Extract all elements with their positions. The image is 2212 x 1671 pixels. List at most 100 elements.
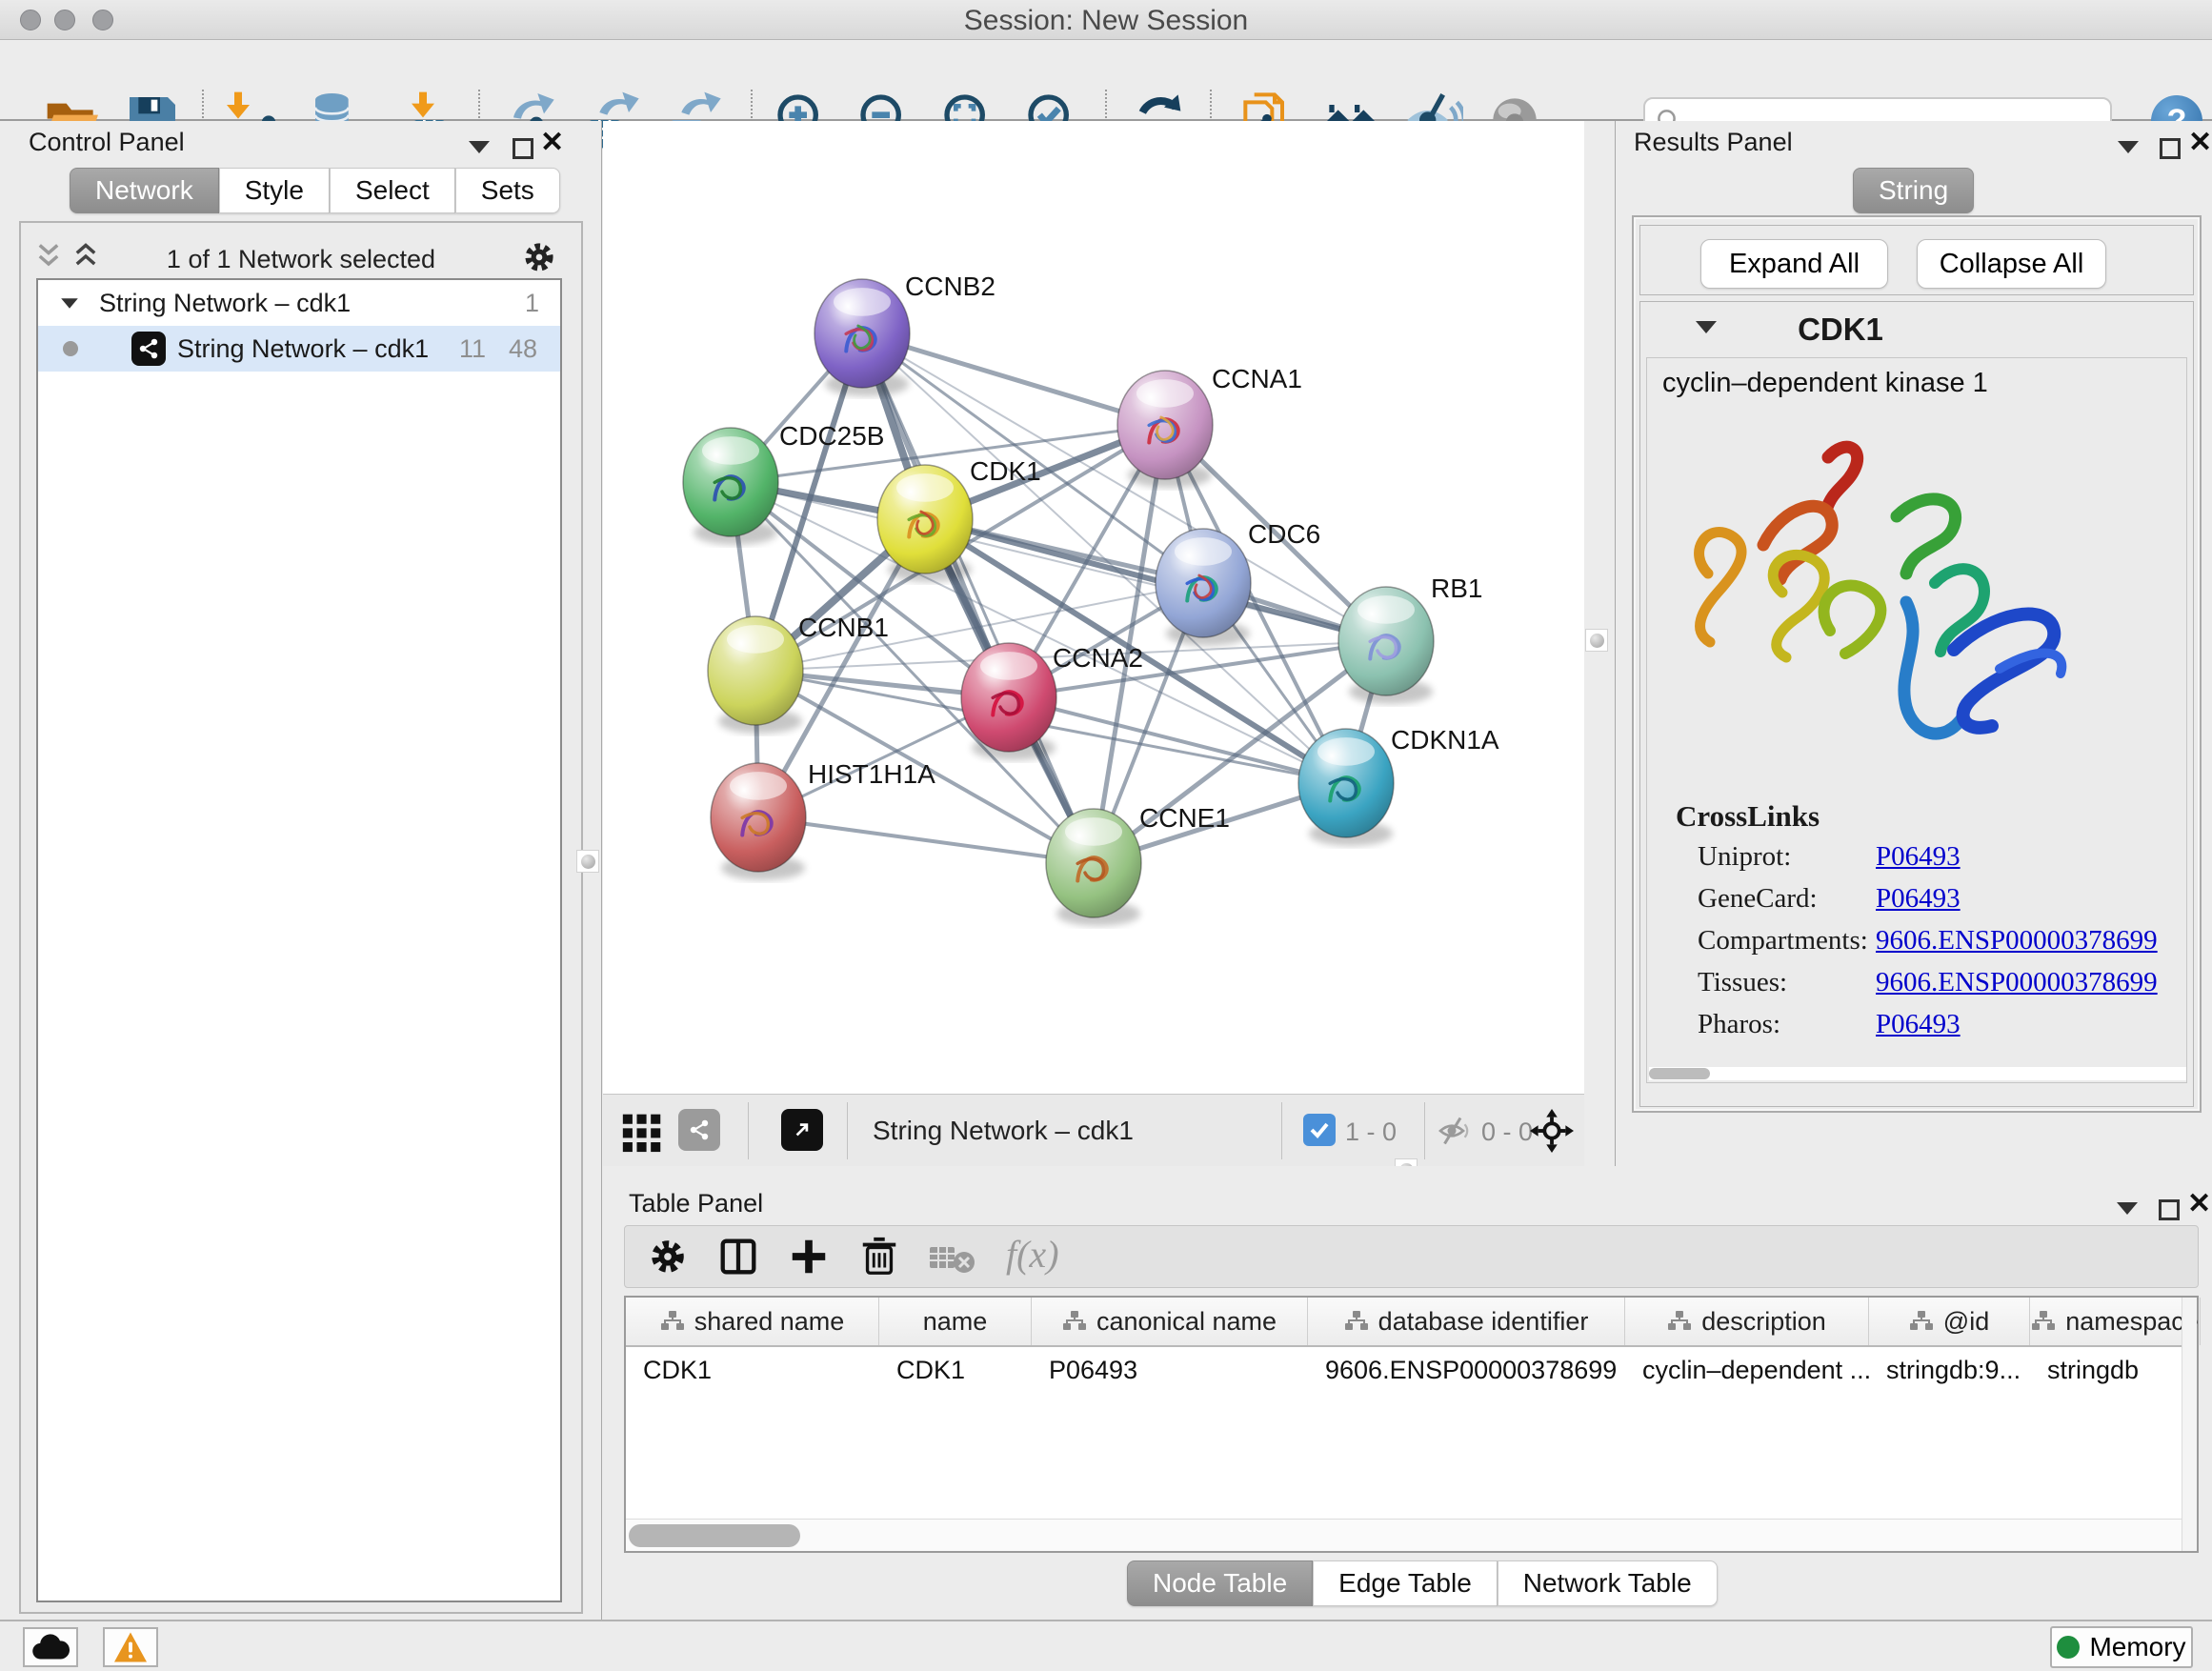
network-current-bullet-icon	[63, 341, 78, 356]
column-header-database-identifier[interactable]: database identifier	[1308, 1298, 1625, 1345]
cloud-icon	[31, 1633, 70, 1661]
protein-structure-image	[1668, 431, 2087, 793]
table-cell[interactable]: CDK1	[879, 1356, 1032, 1385]
control-panel-collapse-icon[interactable]	[469, 141, 490, 156]
memory-label: Memory	[2089, 1632, 2185, 1662]
crosslink-label: GeneCard:	[1698, 883, 1818, 915]
crosslink-value-link[interactable]: P06493	[1876, 1009, 1961, 1040]
table-row[interactable]: CDK1CDK1P064939606.ENSP00000378699cyclin…	[626, 1347, 2197, 1393]
column-header-name[interactable]: name	[879, 1298, 1032, 1345]
tab-select[interactable]: Select	[330, 168, 455, 213]
delete-table-icon-disabled	[928, 1241, 977, 1278]
protein-detail-box: cyclin–dependent kinase 1	[1646, 357, 2187, 1083]
selected-nodes-checkbox[interactable]	[1303, 1114, 1336, 1146]
memory-button[interactable]: Memory	[2050, 1626, 2193, 1668]
application-window: Session: New Session	[0, 0, 2212, 1671]
tab-edge-table[interactable]: Edge Table	[1313, 1560, 1498, 1606]
column-header-canonical-name[interactable]: canonical name	[1032, 1298, 1308, 1345]
crosslinks-scrollbar[interactable]	[1649, 1067, 2186, 1080]
string-results-box: Expand All Collapse All CDK1 cyclin–depe…	[1632, 215, 2202, 1113]
grid-view-icon[interactable]	[621, 1111, 663, 1156]
node-table-header: shared namenamecanonical namedatabase id…	[626, 1298, 2197, 1347]
hidden-eye-slash-icon[interactable]	[1436, 1114, 1474, 1151]
collapse-all-button[interactable]: Collapse All	[1917, 239, 2106, 289]
results-panel-collapse-icon[interactable]	[2118, 141, 2139, 156]
node-label: CDK1	[970, 456, 1041, 486]
network-node-cdc6[interactable]: CDC6	[1156, 519, 1320, 646]
column-header--id[interactable]: @id	[1869, 1298, 2030, 1345]
results-panel-close-icon[interactable]: ✕	[2188, 132, 2212, 153]
crosslink-value-link[interactable]: 9606.ENSP00000378699	[1876, 967, 2158, 998]
tab-style[interactable]: Style	[219, 168, 330, 213]
table-cell[interactable]: cyclin–dependent ...	[1625, 1356, 1869, 1385]
control-panel-float-icon[interactable]	[513, 138, 533, 162]
table-options-gear-icon[interactable]	[646, 1235, 690, 1281]
string-network-graph[interactable]: CCNB2CCNA1CDC25BCDK1CDC6RB1CCNB1CCNA2CDK…	[603, 121, 1584, 1094]
table-panel: Table Panel ✕ f(x) shared namenamecanoni…	[603, 1166, 2212, 1620]
node-label: CCNB2	[905, 272, 995, 301]
network-view-share-icon[interactable]	[678, 1109, 720, 1151]
crosslink-value-link[interactable]: 9606.ENSP00000378699	[1876, 925, 2158, 956]
network-tree: String Network – cdk1 1 String Network –…	[36, 278, 562, 1602]
node-table: shared namenamecanonical namedatabase id…	[624, 1296, 2199, 1553]
network-node-cdc25b[interactable]: CDC25B	[683, 421, 884, 545]
results-panel-float-icon[interactable]	[2160, 138, 2181, 162]
network-collection-row[interactable]: String Network – cdk1 1	[38, 280, 560, 326]
table-cell[interactable]: stringdb:9...	[1869, 1356, 2030, 1385]
column-header-description[interactable]: description	[1625, 1298, 1869, 1345]
tab-network[interactable]: Network	[70, 168, 219, 213]
right-splitter-handle[interactable]	[1585, 629, 1608, 652]
network-node-cdkn1a[interactable]: CDKN1A	[1298, 725, 1499, 846]
left-splitter-handle[interactable]	[576, 850, 599, 873]
network-edge[interactable]	[758, 817, 1094, 863]
memory-status-dot-icon	[2057, 1636, 2080, 1659]
table-horizontal-scrollbar[interactable]	[626, 1519, 2182, 1551]
selected-count: 1 - 0	[1345, 1117, 1397, 1147]
column-header-namespace[interactable]: namespace	[2030, 1298, 2201, 1345]
protein-name: CDK1	[1640, 312, 2041, 348]
show-columns-icon[interactable]	[716, 1235, 760, 1281]
cloud-status-button[interactable]	[23, 1627, 78, 1667]
string-network-icon	[131, 332, 166, 366]
node-label: CCNB1	[798, 613, 889, 642]
protein-section-header[interactable]: CDK1	[1640, 302, 2193, 355]
table-vertical-scrollbar[interactable]	[2182, 1298, 2197, 1551]
network-node-hist1h1a[interactable]: HIST1H1A	[711, 759, 935, 880]
tab-network-table[interactable]: Network Table	[1498, 1560, 1718, 1606]
create-column-plus-icon[interactable]	[787, 1235, 831, 1281]
tab-sets[interactable]: Sets	[455, 168, 560, 213]
network-row-selected[interactable]: String Network – cdk1 11 48	[38, 326, 560, 372]
table-panel-collapse-icon[interactable]	[2117, 1202, 2138, 1218]
network-node-cdk1[interactable]: CDK1	[877, 456, 1041, 582]
control-panel-close-icon[interactable]: ✕	[540, 132, 564, 153]
crosslink-value-link[interactable]: P06493	[1876, 841, 1961, 873]
network-node-rb1[interactable]: RB1	[1338, 574, 1482, 704]
table-panel-float-icon[interactable]	[2159, 1199, 2180, 1223]
table-cell[interactable]: stringdb	[2030, 1356, 2201, 1385]
crosslink-value-link[interactable]: P06493	[1876, 883, 1961, 915]
expand-all-button[interactable]: Expand All	[1700, 239, 1888, 289]
node-label: RB1	[1431, 574, 1482, 603]
network-node-ccna2[interactable]: CCNA2	[961, 643, 1143, 760]
column-header-shared-name[interactable]: shared name	[626, 1298, 879, 1345]
table-cell[interactable]: CDK1	[626, 1356, 879, 1385]
warning-status-button[interactable]	[103, 1627, 158, 1667]
network-node-ccnb1[interactable]: CCNB1	[708, 613, 889, 734]
network-node-ccne1[interactable]: CCNE1	[1046, 803, 1230, 926]
table-cell[interactable]: P06493	[1032, 1356, 1308, 1385]
detach-view-icon[interactable]	[781, 1109, 823, 1151]
tab-string[interactable]: String	[1853, 168, 1974, 213]
table-panel-close-icon[interactable]: ✕	[2187, 1194, 2211, 1215]
delete-column-trash-icon[interactable]	[857, 1235, 901, 1281]
network-view-canvas[interactable]: CCNB2CCNA1CDC25BCDK1CDC6RB1CCNB1CCNA2CDK…	[603, 121, 1584, 1094]
network-label: String Network – cdk1	[177, 334, 429, 364]
collection-expand-caret-icon[interactable]	[61, 298, 78, 308]
birdseye-crosshair-icon[interactable]	[1530, 1109, 1574, 1156]
node-label: CCNA2	[1053, 643, 1143, 673]
network-view-toolbar: String Network – cdk1 1 - 0 0 - 0	[603, 1094, 1584, 1166]
table-cell[interactable]: 9606.ENSP00000378699	[1308, 1356, 1625, 1385]
tab-node-table[interactable]: Node Table	[1127, 1560, 1313, 1606]
network-options-gear-icon[interactable]	[520, 238, 558, 279]
network-selection-header: 1 of 1 Network selected	[21, 242, 581, 280]
network-node-ccnb2[interactable]: CCNB2	[814, 272, 995, 396]
